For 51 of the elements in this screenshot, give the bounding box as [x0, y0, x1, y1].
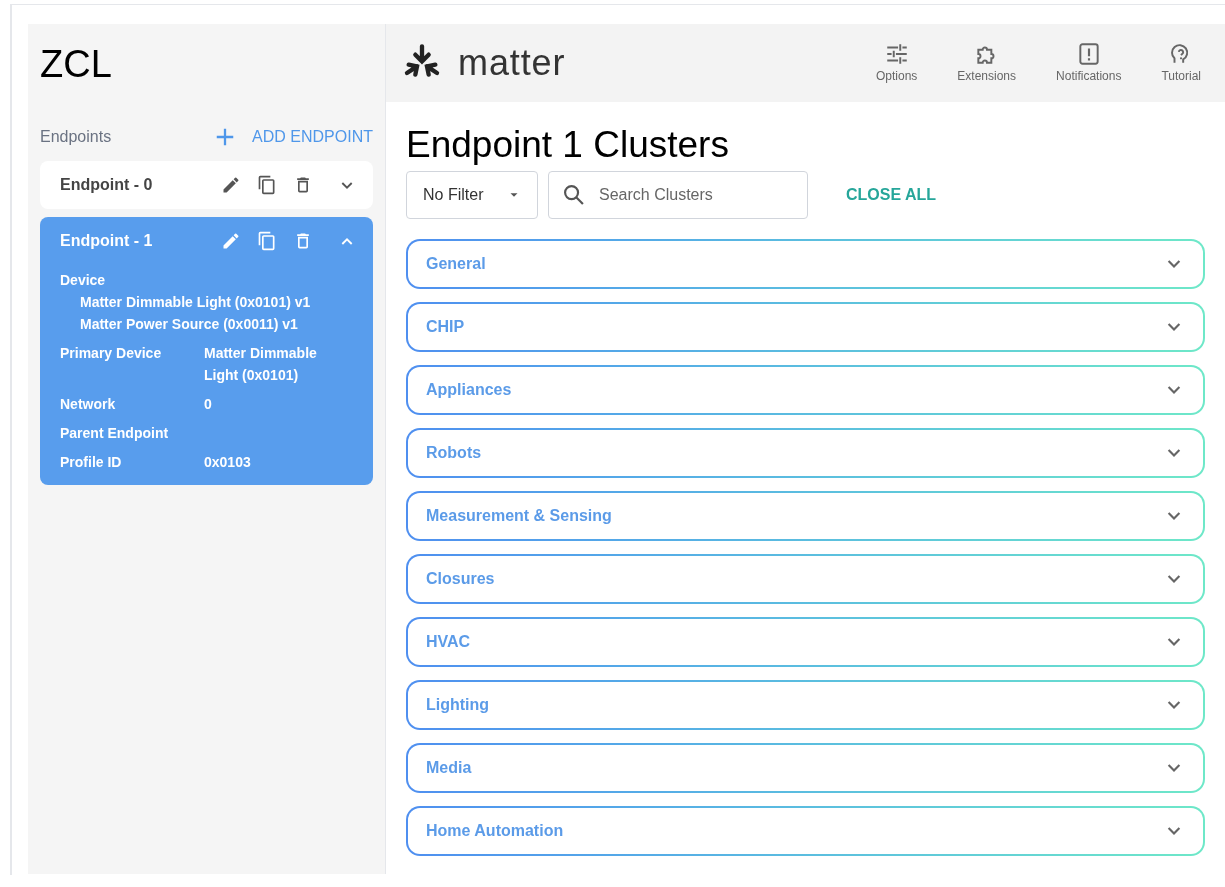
field-value: Matter Dimmable Light (0x0101): [204, 344, 318, 385]
logo-wordmark: matter: [458, 41, 566, 85]
chevron-down-icon: [1167, 638, 1181, 646]
category-header[interactable]: CHIP: [406, 302, 1205, 352]
category-header[interactable]: HVAC: [406, 617, 1205, 667]
chevron-down-icon: [1167, 827, 1181, 835]
field-label: Primary Device: [60, 344, 163, 363]
filter-dropdown[interactable]: No Filter: [406, 171, 538, 219]
field-value: 0x0103: [204, 453, 252, 472]
endpoint-card[interactable]: Endpoint - 1 Device Matter Dimmable Light (0x0101) v1 Matter Power Source (0x0011) v1 Primary Device Matter Dimmable Light (0x0101) Network 0 Parent Endpoint Profile ID 0x0103: [40, 217, 373, 485]
copy-icon[interactable]: [257, 175, 277, 195]
page-title: Endpoint 1 Clusters: [406, 126, 730, 163]
chevron-down-icon[interactable]: [341, 181, 353, 189]
category-header[interactable]: Closures: [406, 554, 1205, 604]
toolbar-button[interactable]: Options: [876, 41, 918, 85]
chevron-up-icon[interactable]: [341, 237, 353, 245]
category-header[interactable]: Home Automation: [406, 806, 1205, 856]
chevron-down-icon: [1167, 449, 1181, 457]
field-label: Network: [60, 395, 117, 414]
pencil-icon[interactable]: [221, 175, 241, 195]
endpoint-title: Endpoint - 0: [60, 175, 154, 195]
chevron-down-icon: [1167, 701, 1181, 709]
category-header[interactable]: Measurement & Sensing: [406, 491, 1205, 541]
chevron-down-icon: [1167, 575, 1181, 583]
chevron-down-icon: [1167, 764, 1181, 772]
device-name: Matter Power Source (0x0011) v1: [79, 315, 299, 334]
field-value: 0: [204, 395, 213, 414]
search-icon: [564, 185, 584, 205]
close-all-button[interactable]: CLOSE ALL: [846, 183, 937, 207]
device-name: Matter Dimmable Light (0x0101) v1: [79, 293, 312, 312]
chevron-down-icon: [1167, 512, 1181, 520]
field-label: Device: [60, 271, 107, 290]
field-label: Parent Endpoint: [60, 424, 170, 443]
search-field[interactable]: Search Clusters: [548, 171, 808, 219]
chevron-down-icon: [1167, 386, 1181, 394]
section-label: Endpoints: [40, 127, 112, 147]
chevron-down-icon: [1167, 323, 1181, 331]
field-label: Profile ID: [60, 453, 123, 472]
endpoint-title: Endpoint - 1: [60, 231, 154, 251]
add-endpoint-button[interactable]: ADD ENDPOINT: [214, 125, 373, 149]
category-header[interactable]: Media: [406, 743, 1205, 793]
toolbar-button[interactable]: Extensions: [957, 41, 1017, 85]
endpoint-card[interactable]: Endpoint - 0: [40, 161, 373, 209]
toolbar-button[interactable]: Notifications: [1056, 41, 1122, 85]
chevron-down-icon: [1167, 260, 1181, 268]
category-header[interactable]: Robots: [406, 428, 1205, 478]
app-title: ZCL: [40, 42, 113, 87]
category-header[interactable]: Appliances: [406, 365, 1205, 415]
toolbar-button[interactable]: Tutorial: [1161, 41, 1201, 85]
category-header[interactable]: Lighting: [406, 680, 1205, 730]
category-header[interactable]: General: [406, 239, 1205, 289]
